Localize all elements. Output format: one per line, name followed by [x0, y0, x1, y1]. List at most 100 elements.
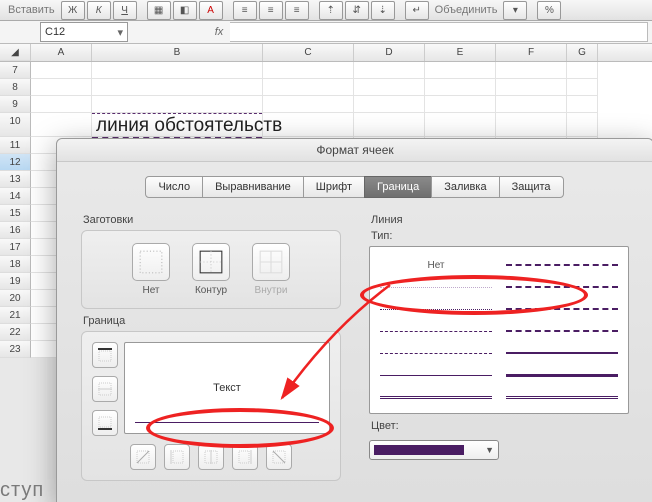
row-header-7[interactable]: 7 [0, 62, 31, 79]
row-header-9[interactable]: 9 [0, 96, 31, 113]
cell-A8[interactable] [31, 79, 92, 96]
cell-C8[interactable] [263, 79, 354, 96]
line-style-dashdotdot[interactable] [506, 264, 618, 266]
cell-A10[interactable] [31, 113, 92, 137]
line-style-dashed[interactable] [380, 353, 492, 354]
line-style-double2[interactable] [506, 396, 618, 399]
cell-D9[interactable] [354, 96, 425, 113]
row-header-10[interactable]: 10 [0, 113, 31, 137]
line-style-slantdashdot[interactable] [506, 308, 618, 310]
line-style-mediumdashed[interactable] [506, 330, 618, 332]
valign-top-button[interactable]: ⇡ [319, 1, 343, 20]
formula-input[interactable] [230, 22, 648, 42]
font-color-button[interactable]: A [199, 1, 223, 20]
tab-font[interactable]: Шрифт [303, 176, 365, 198]
line-style-dashdot[interactable] [380, 331, 492, 332]
preset-none[interactable]: Нет [128, 243, 174, 296]
col-header-b[interactable]: B [92, 44, 263, 61]
valign-mid-button[interactable]: ⇵ [345, 1, 369, 20]
row-header-19[interactable]: 19 [0, 273, 31, 290]
cell-E9[interactable] [425, 96, 496, 113]
cell-C10[interactable] [263, 113, 354, 137]
row-header-21[interactable]: 21 [0, 307, 31, 324]
row-header-23[interactable]: 23 [0, 341, 31, 358]
bold-button[interactable]: Ж [61, 1, 85, 20]
border-dropdown[interactable]: ▦ [147, 1, 171, 20]
col-header-a[interactable]: A [31, 44, 92, 61]
cell-E7[interactable] [425, 62, 496, 79]
line-style-medium[interactable] [506, 352, 618, 354]
border-top-button[interactable] [92, 342, 118, 368]
cell-F7[interactable] [496, 62, 567, 79]
fill-color-button[interactable]: ◧ [173, 1, 197, 20]
border-middle-h-button[interactable] [92, 376, 118, 402]
cell-B7[interactable] [92, 62, 263, 79]
merge-label[interactable]: Объединить [435, 4, 498, 16]
cell-G7[interactable] [567, 62, 598, 79]
row-header-8[interactable]: 8 [0, 79, 31, 96]
line-style-thin[interactable] [380, 375, 492, 376]
align-left-button[interactable]: ≡ [233, 1, 257, 20]
cell-F9[interactable] [496, 96, 567, 113]
cell-B10[interactable]: линия обстоятельств [92, 113, 263, 137]
border-left-button[interactable] [164, 444, 190, 470]
number-format-button[interactable]: % [537, 1, 561, 20]
row-header-14[interactable]: 14 [0, 188, 31, 205]
border-diag-up-button[interactable] [130, 444, 156, 470]
tab-border[interactable]: Граница [364, 176, 432, 198]
row-header-12[interactable]: 12 [0, 154, 31, 171]
line-style-mediumdashdot[interactable] [506, 286, 618, 288]
cell-E10[interactable] [425, 113, 496, 137]
insert-label[interactable]: Вставить [8, 4, 55, 16]
col-header-f[interactable]: F [496, 44, 567, 61]
cell-G10[interactable] [567, 113, 598, 137]
tab-number[interactable]: Число [145, 176, 203, 198]
tab-fill[interactable]: Заливка [431, 176, 499, 198]
cell-B9[interactable] [92, 96, 263, 113]
row-header-20[interactable]: 20 [0, 290, 31, 307]
cell-E8[interactable] [425, 79, 496, 96]
name-box-dropdown-icon[interactable]: ▾ [117, 26, 123, 39]
italic-button[interactable]: К [87, 1, 111, 20]
color-picker[interactable]: ▼ [369, 440, 499, 460]
cell-A7[interactable] [31, 62, 92, 79]
fx-icon[interactable]: fx [208, 26, 230, 38]
line-style-double1[interactable] [380, 396, 492, 399]
row-header-16[interactable]: 16 [0, 222, 31, 239]
border-diag-down-button[interactable] [266, 444, 292, 470]
row-header-11[interactable]: 11 [0, 137, 31, 154]
merge-dropdown[interactable]: ▾ [503, 1, 527, 20]
cell-C7[interactable] [263, 62, 354, 79]
cell-G8[interactable] [567, 79, 598, 96]
cell-C9[interactable] [263, 96, 354, 113]
col-header-g[interactable]: G [567, 44, 598, 61]
tab-protection[interactable]: Защита [499, 176, 564, 198]
border-preview[interactable]: Текст [124, 342, 330, 434]
cell-F10[interactable] [496, 113, 567, 137]
cell-F8[interactable] [496, 79, 567, 96]
border-bottom-button[interactable] [92, 410, 118, 436]
cell-A9[interactable] [31, 96, 92, 113]
row-header-13[interactable]: 13 [0, 171, 31, 188]
cell-D7[interactable] [354, 62, 425, 79]
cell-D10[interactable] [354, 113, 425, 137]
row-header-22[interactable]: 22 [0, 324, 31, 341]
align-right-button[interactable]: ≡ [285, 1, 309, 20]
col-header-e[interactable]: E [425, 44, 496, 61]
valign-bottom-button[interactable]: ⇣ [371, 1, 395, 20]
preset-outline[interactable]: Контур [188, 243, 234, 296]
name-box[interactable]: C12 ▾ [40, 22, 128, 42]
cell-B8[interactable] [92, 79, 263, 96]
wrap-text-button[interactable]: ↵ [405, 1, 429, 20]
border-right-button[interactable] [232, 444, 258, 470]
cell-D8[interactable] [354, 79, 425, 96]
col-header-c[interactable]: C [263, 44, 354, 61]
row-header-18[interactable]: 18 [0, 256, 31, 273]
line-style-none[interactable]: Нет [380, 260, 492, 271]
line-style-dotted[interactable] [380, 309, 492, 310]
row-header-17[interactable]: 17 [0, 239, 31, 256]
row-header-15[interactable]: 15 [0, 205, 31, 222]
tab-alignment[interactable]: Выравнивание [202, 176, 304, 198]
line-style-thick[interactable] [506, 374, 618, 377]
cell-G9[interactable] [567, 96, 598, 113]
